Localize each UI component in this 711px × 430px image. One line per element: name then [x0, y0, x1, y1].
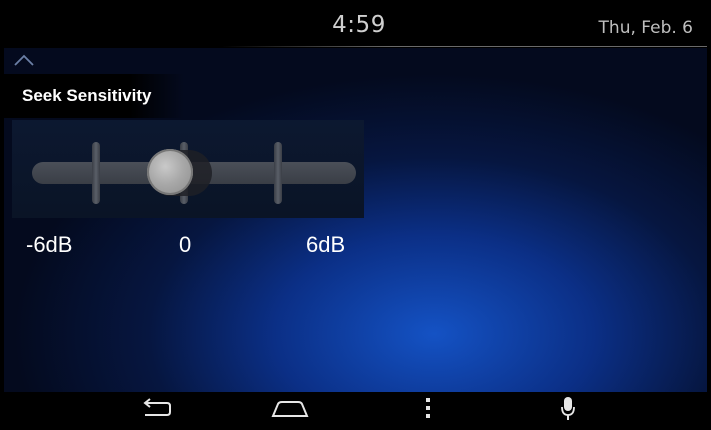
seek-sensitivity-slider-thumb[interactable] — [147, 149, 193, 195]
slider-tick-min — [92, 142, 100, 204]
home-icon — [271, 401, 309, 417]
menu-icon — [426, 398, 430, 418]
clock: 4:59 — [332, 12, 386, 38]
nav-bar — [4, 392, 707, 422]
slider-panel — [12, 120, 364, 218]
slider-tick-max — [274, 142, 282, 204]
status-divider — [222, 46, 707, 47]
chevron-up-icon — [14, 54, 34, 66]
status-bar: 4:59 Thu, Feb. 6 — [4, 4, 707, 48]
date: Thu, Feb. 6 — [598, 18, 693, 38]
home-button[interactable] — [270, 394, 310, 422]
voice-button[interactable] — [548, 394, 588, 422]
section-title: Seek Sensitivity — [22, 86, 152, 105]
back-icon — [143, 398, 171, 416]
screen: 4:59 Thu, Feb. 6 Seek Sensitivity -6dB 0… — [4, 4, 707, 422]
collapse-button[interactable] — [12, 51, 36, 69]
slider-max-label: 6dB — [306, 232, 346, 257]
back-button[interactable] — [136, 394, 176, 422]
slider-min-label: -6dB — [26, 232, 73, 257]
menu-button[interactable] — [408, 394, 448, 422]
microphone-icon — [561, 397, 575, 420]
slider-mid-label: 0 — [179, 232, 192, 257]
